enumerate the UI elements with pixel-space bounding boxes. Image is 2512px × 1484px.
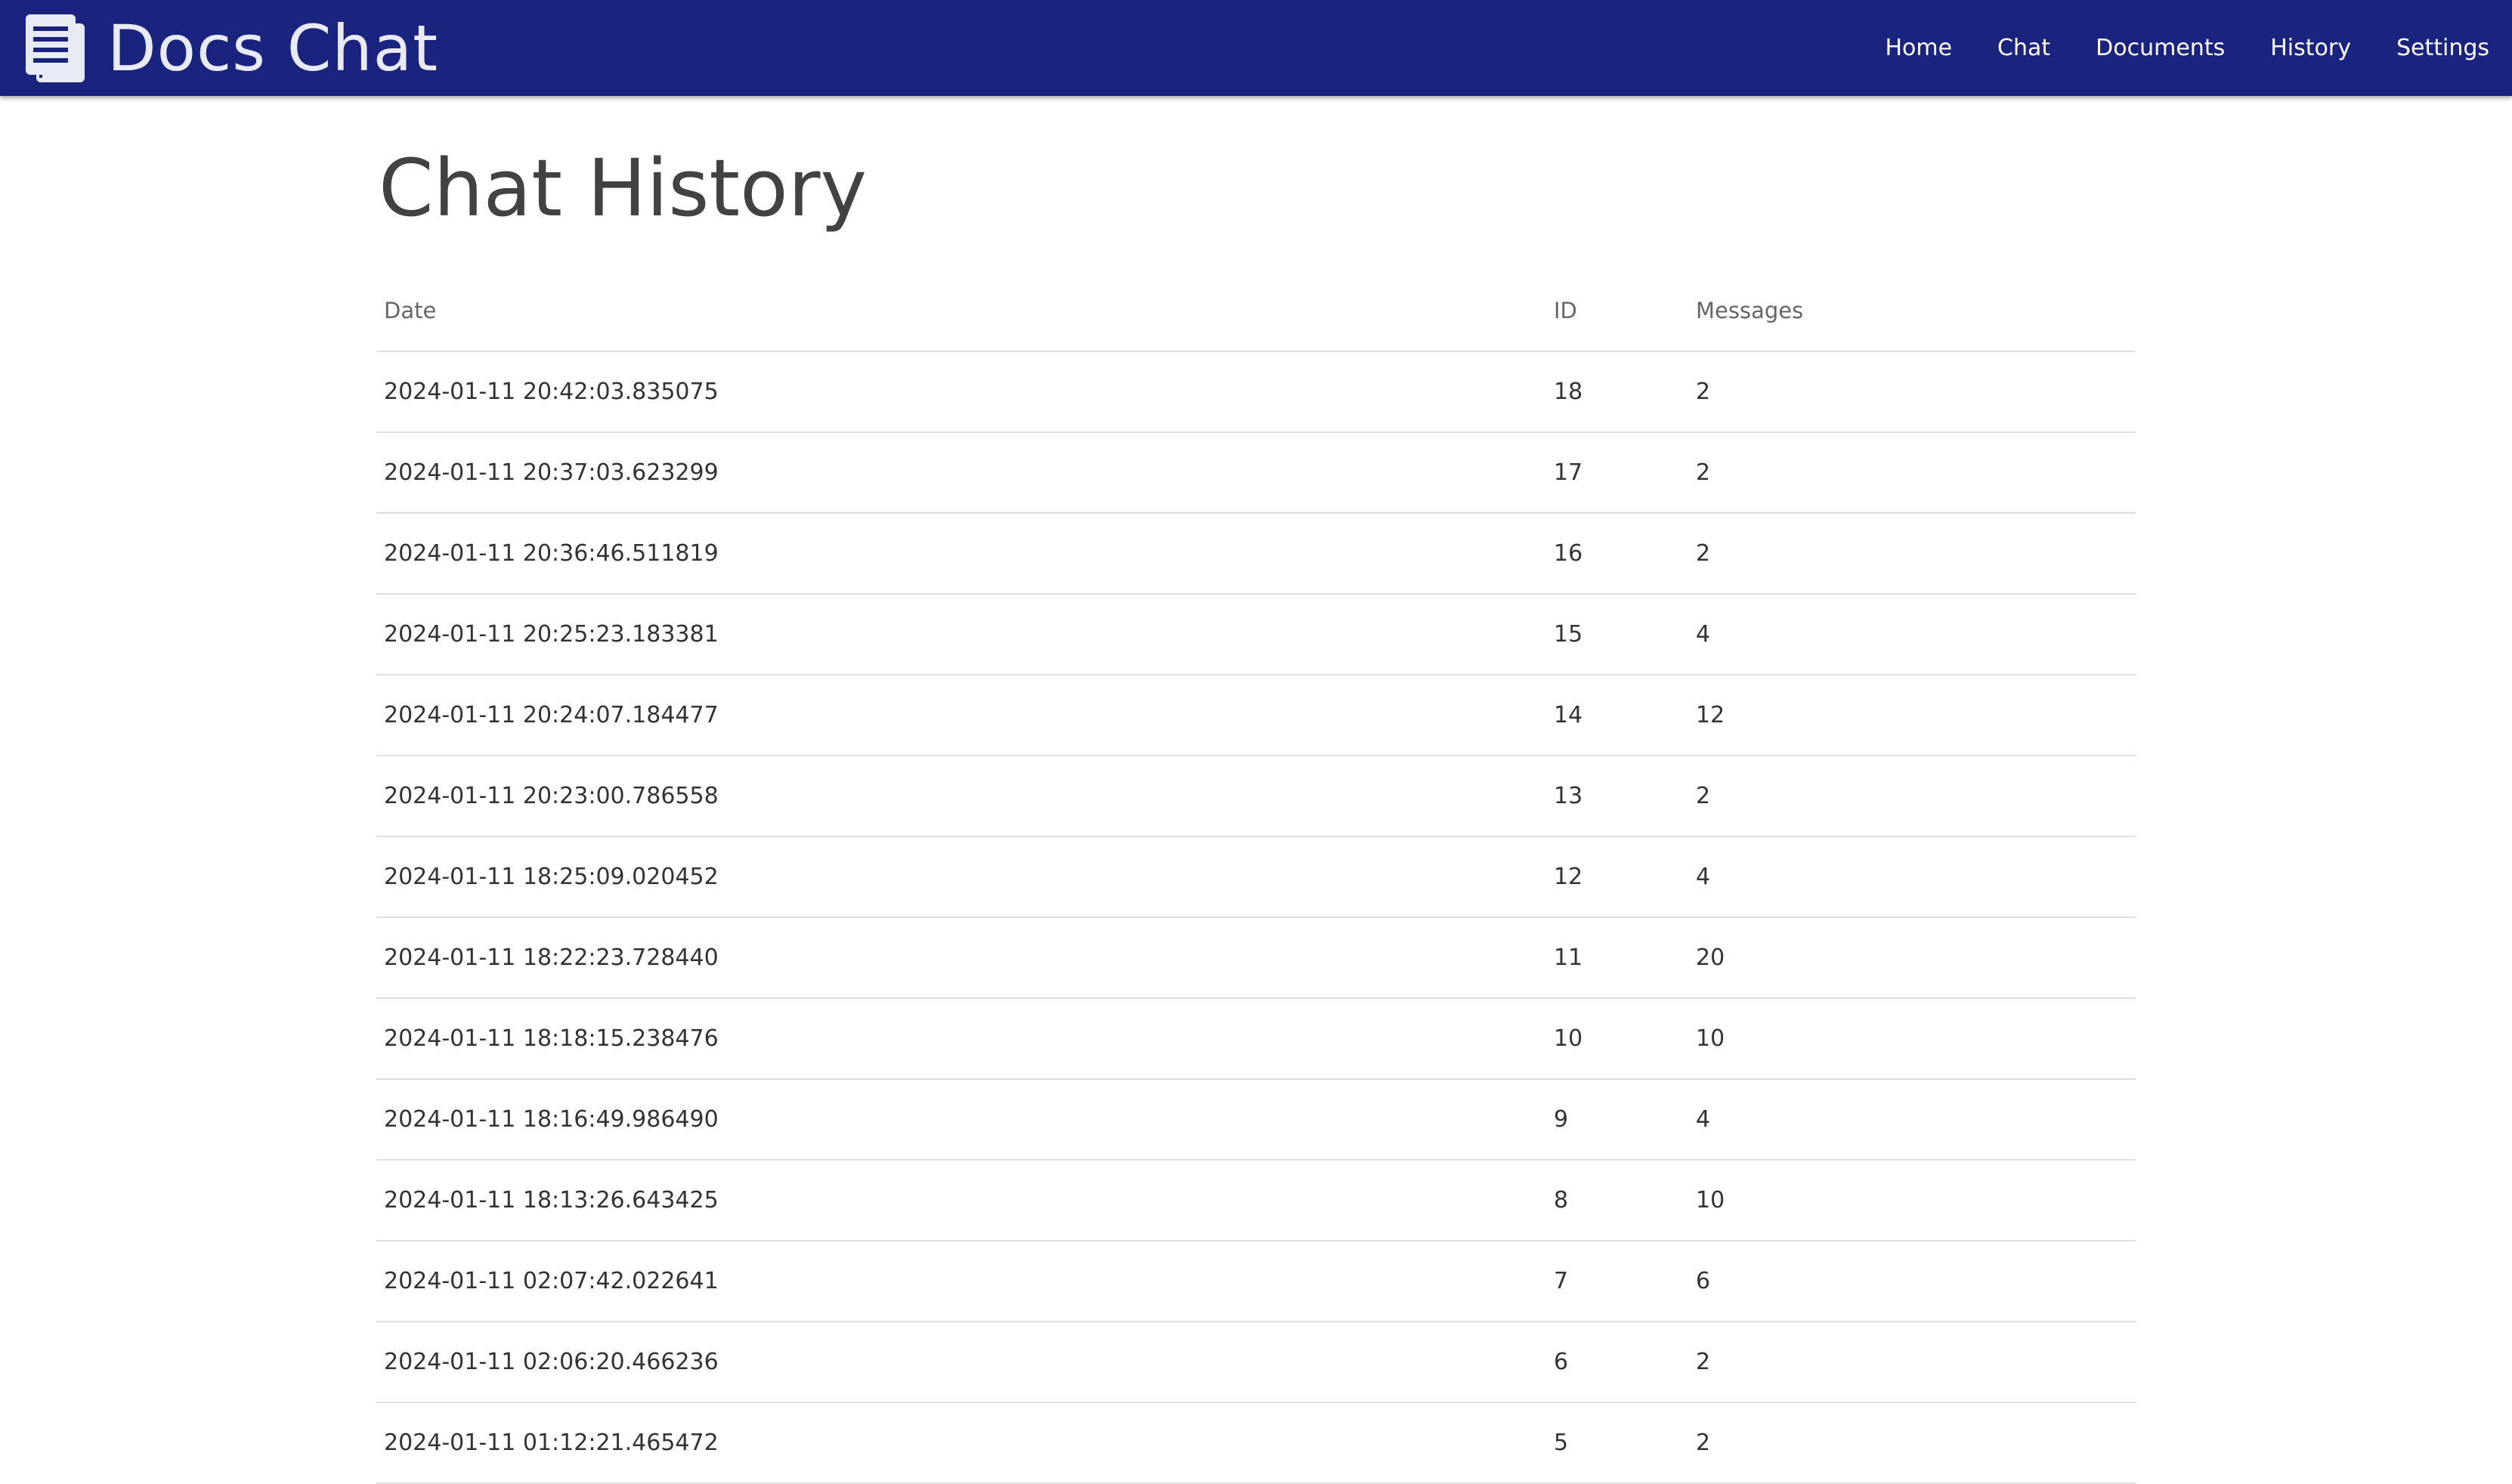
cell-messages: 2 [1688, 1402, 2136, 1484]
cell-messages: 2 [1688, 513, 2136, 595]
cell-id: 13 [1546, 756, 1688, 837]
cell-messages: 2 [1688, 432, 2136, 514]
cell-date: 2024-01-11 18:16:49.986490 [376, 1079, 1546, 1161]
cell-messages: 10 [1688, 1160, 2136, 1241]
nav-link-documents[interactable]: Documents [2073, 35, 2247, 61]
cell-date: 2024-01-11 20:36:46.511819 [376, 513, 1546, 595]
cell-messages: 4 [1688, 594, 2136, 676]
table-row[interactable]: 2024-01-11 18:13:26.643425 8 10 [376, 1160, 2136, 1241]
cell-id: 15 [1546, 594, 1688, 676]
cell-id: 18 [1546, 351, 1688, 433]
cell-id: 17 [1546, 432, 1688, 514]
cell-date: 2024-01-11 02:07:42.022641 [376, 1241, 1546, 1322]
cell-messages: 2 [1688, 351, 2136, 433]
cell-date: 2024-01-11 02:06:20.466236 [376, 1322, 1546, 1403]
nav-link-history[interactable]: History [2247, 35, 2374, 61]
column-header-date: Date [376, 271, 1546, 352]
cell-messages: 2 [1688, 1322, 2136, 1403]
cell-messages: 4 [1688, 836, 2136, 918]
document-stack-icon [26, 14, 85, 82]
table-row[interactable]: 2024-01-11 18:18:15.238476 10 10 [376, 998, 2136, 1080]
cell-id: 12 [1546, 836, 1688, 918]
cell-id: 8 [1546, 1160, 1688, 1241]
table-row[interactable]: 2024-01-11 18:22:23.728440 11 20 [376, 917, 2136, 999]
table-row[interactable]: 2024-01-11 20:23:00.786558 13 2 [376, 756, 2136, 837]
cell-messages: 12 [1688, 675, 2136, 756]
cell-date: 2024-01-11 18:25:09.020452 [376, 836, 1546, 918]
cell-messages: 20 [1688, 917, 2136, 999]
brand-title: Docs Chat [107, 11, 439, 85]
cell-date: 2024-01-11 20:42:03.835075 [376, 351, 1546, 433]
nav-link-chat[interactable]: Chat [1975, 35, 2073, 61]
cell-date: 2024-01-11 18:13:26.643425 [376, 1160, 1546, 1241]
cell-id: 16 [1546, 513, 1688, 595]
cell-date: 2024-01-11 18:22:23.728440 [376, 917, 1546, 999]
table-row[interactable]: 2024-01-11 02:06:20.466236 6 2 [376, 1322, 2136, 1403]
table-row[interactable]: 2024-01-11 18:16:49.986490 9 4 [376, 1079, 2136, 1161]
cell-id: 6 [1546, 1322, 1688, 1403]
cell-id: 7 [1546, 1241, 1688, 1322]
cell-messages: 2 [1688, 756, 2136, 837]
table-row[interactable]: 2024-01-11 20:24:07.184477 14 12 [376, 675, 2136, 756]
cell-date: 2024-01-11 18:18:15.238476 [376, 998, 1546, 1080]
table-row[interactable]: 2024-01-11 01:12:21.465472 5 2 [376, 1402, 2136, 1484]
cell-messages: 6 [1688, 1241, 2136, 1322]
table-header-row: Date ID Messages [376, 271, 2136, 352]
cell-date: 2024-01-11 20:23:00.786558 [376, 756, 1546, 837]
chat-history-table: Date ID Messages 2024-01-11 20:42:03.835… [376, 271, 2136, 1484]
nav-link-settings[interactable]: Settings [2374, 35, 2489, 61]
cell-id: 10 [1546, 998, 1688, 1080]
brand-link[interactable]: Docs Chat [24, 0, 438, 96]
table-row[interactable]: 2024-01-11 20:25:23.183381 15 4 [376, 594, 2136, 676]
cell-messages: 4 [1688, 1079, 2136, 1161]
cell-id: 14 [1546, 675, 1688, 756]
page-title: Chat History [379, 142, 868, 234]
cell-id: 5 [1546, 1402, 1688, 1484]
cell-id: 9 [1546, 1079, 1688, 1161]
cell-messages: 10 [1688, 998, 2136, 1080]
cell-date: 2024-01-11 20:25:23.183381 [376, 594, 1546, 676]
column-header-messages: Messages [1688, 271, 2136, 352]
top-navbar: Docs Chat Home Chat Documents History Se… [0, 0, 2512, 96]
cell-date: 2024-01-11 20:24:07.184477 [376, 675, 1546, 756]
cell-date: 2024-01-11 01:12:21.465472 [376, 1402, 1546, 1484]
table-row[interactable]: 2024-01-11 20:36:46.511819 16 2 [376, 513, 2136, 595]
main-nav: Home Chat Documents History Settings [1862, 0, 2489, 96]
nav-link-home[interactable]: Home [1862, 35, 1975, 61]
cell-date: 2024-01-11 20:37:03.623299 [376, 432, 1546, 514]
table-row[interactable]: 2024-01-11 02:07:42.022641 7 6 [376, 1241, 2136, 1322]
table-row[interactable]: 2024-01-11 20:42:03.835075 18 2 [376, 351, 2136, 433]
table-row[interactable]: 2024-01-11 20:37:03.623299 17 2 [376, 432, 2136, 514]
column-header-id: ID [1546, 271, 1688, 352]
table-row[interactable]: 2024-01-11 18:25:09.020452 12 4 [376, 836, 2136, 918]
cell-id: 11 [1546, 917, 1688, 999]
